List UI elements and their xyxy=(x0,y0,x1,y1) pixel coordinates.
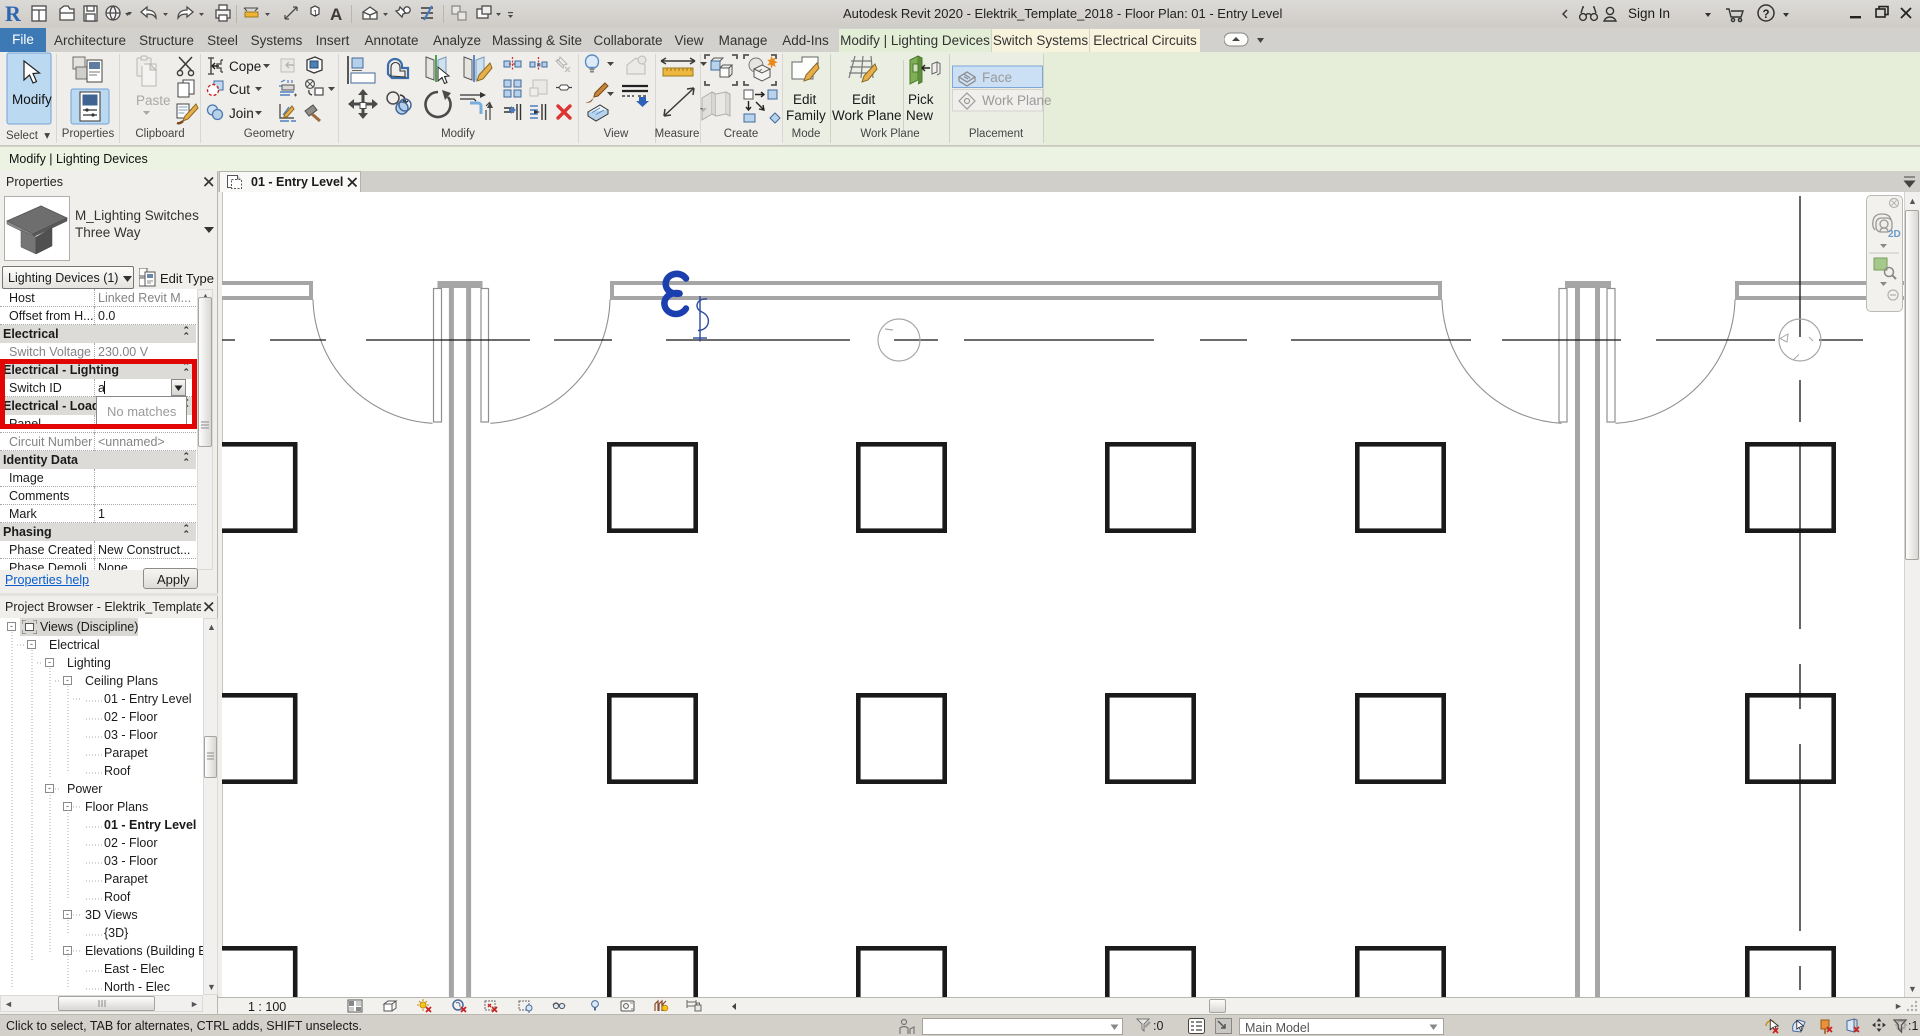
svg-text:Work Plane: Work Plane xyxy=(982,93,1052,108)
svg-text:Work Plane: Work Plane xyxy=(832,108,902,123)
svg-text:Edit: Edit xyxy=(793,92,817,107)
svg-text:Paste: Paste xyxy=(136,93,171,108)
svg-text:Cut: Cut xyxy=(229,82,250,97)
svg-text:Cope: Cope xyxy=(229,59,261,74)
svg-text:Pick: Pick xyxy=(908,92,934,107)
svg-text:A: A xyxy=(330,5,342,24)
svg-text:Family: Family xyxy=(786,108,826,123)
svg-text:Sign In: Sign In xyxy=(1628,6,1670,21)
svg-text:Modify: Modify xyxy=(12,92,52,107)
svg-text:Face: Face xyxy=(982,70,1012,85)
svg-text:1: 1 xyxy=(313,9,318,18)
svg-text:?: ? xyxy=(1763,9,1770,21)
svg-text:Edit: Edit xyxy=(852,92,876,107)
svg-text:New: New xyxy=(906,108,933,123)
svg-text:R: R xyxy=(5,1,22,26)
svg-text:Join: Join xyxy=(229,106,254,121)
svg-text:2D: 2D xyxy=(1888,229,1901,240)
